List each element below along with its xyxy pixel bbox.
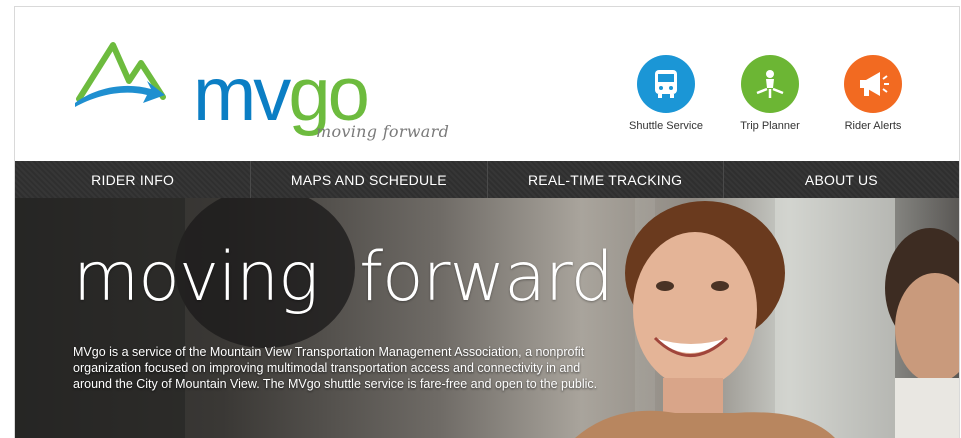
mvgo-logo[interactable]: mvgo moving forward [73,37,453,147]
nav-item-rider-info[interactable]: RIDER INFO [15,161,252,198]
page-frame: mvgo moving forward Shuttle Service Trip… [14,6,960,438]
shuttle-service-label: Shuttle Service [629,120,703,132]
trip-planner-label: Trip Planner [740,120,800,132]
shuttle-service-link[interactable]: Shuttle Service [616,55,716,132]
site-header: mvgo moving forward Shuttle Service Trip… [15,7,959,161]
hero-title: moving forward [73,238,614,317]
hero-description: MVgo is a service of the Mountain View T… [73,345,598,391]
mountain-arrow-icon [75,42,166,107]
nav-item-maps-and-schedule[interactable]: MAPS AND SCHEDULE [251,161,488,198]
main-nav: RIDER INFO MAPS AND SCHEDULE REAL-TIME T… [15,161,959,198]
rider-alerts-link[interactable]: Rider Alerts [823,55,923,132]
trip-planner-icon [756,70,784,98]
hero-banner: moving forward MVgo is a service of the … [15,198,959,438]
rider-alerts-circle [844,55,902,113]
rider-alerts-label: Rider Alerts [844,120,902,132]
trip-planner-link[interactable]: Trip Planner [720,55,820,132]
megaphone-icon [860,72,889,96]
logo-tagline: moving forward [316,122,450,141]
bus-icon [655,70,677,98]
nav-item-real-time-tracking[interactable]: REAL-TIME TRACKING [488,161,724,198]
shuttle-service-circle [637,55,695,113]
trip-planner-circle [741,55,799,113]
hero-photo [15,198,959,438]
logo-wordmark-mv: mv [193,52,291,137]
nav-item-about-us[interactable]: ABOUT US [724,161,959,198]
